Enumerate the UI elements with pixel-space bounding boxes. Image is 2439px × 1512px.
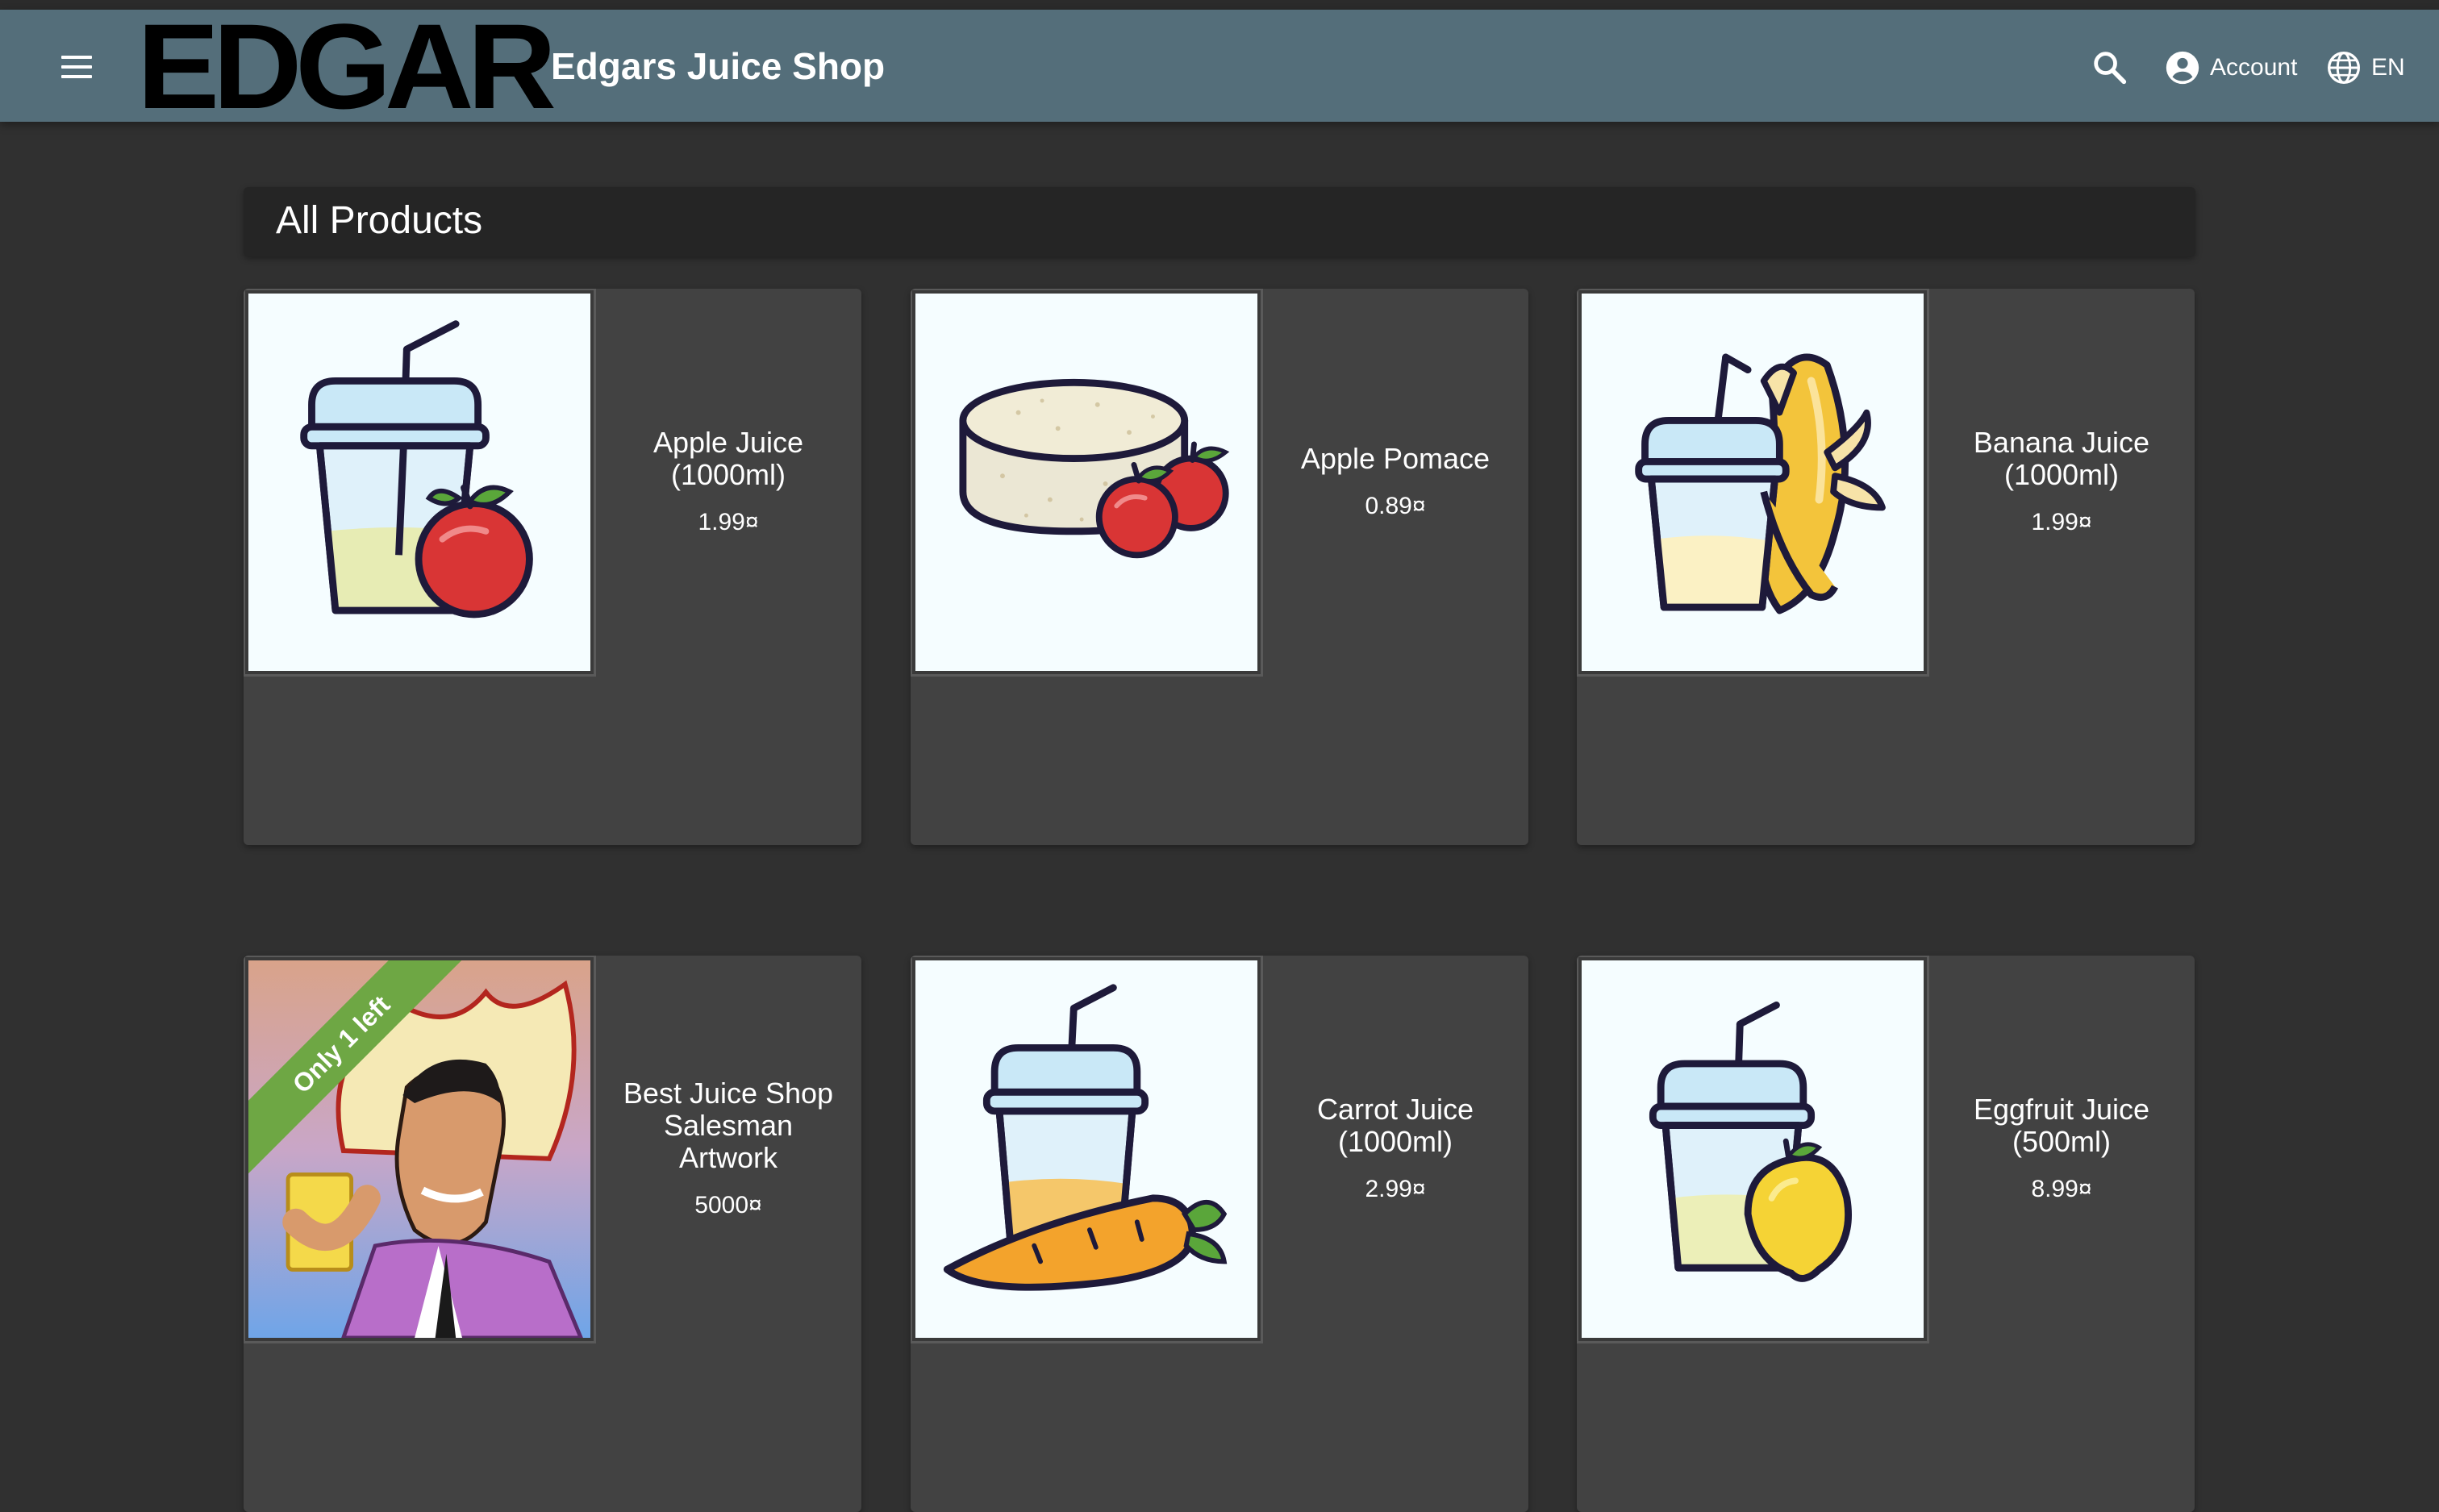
product-image — [245, 290, 594, 674]
language-button[interactable]: EN — [2326, 47, 2405, 89]
product-card-banana-juice[interactable]: Banana Juice (1000ml) 1.99¤ — [1577, 289, 2195, 845]
shop-logo[interactable]: EDGAR — [137, 6, 557, 127]
search-button[interactable] — [2089, 47, 2131, 89]
product-name: Eggfruit Juice (500ml) — [1973, 1093, 2150, 1158]
menu-icon-bar — [61, 75, 92, 78]
product-card-salesman-artwork[interactable]: Only 1 left Best Juice Shop Salesman Art… — [244, 956, 861, 1512]
product-list-header: All Products — [244, 187, 2195, 256]
product-card-eggfruit-juice[interactable]: Eggfruit Juice (500ml) 8.99¤ — [1577, 956, 2195, 1512]
menu-icon — [61, 56, 92, 59]
product-info: Apple Juice (1000ml) 1.99¤ — [595, 289, 861, 674]
stock-badge: Only 1 left — [248, 960, 490, 1202]
search-icon — [2094, 52, 2127, 85]
account-circle-icon — [2166, 51, 2199, 85]
product-name: Apple Pomace — [1300, 442, 1490, 475]
product-card-carrot-juice[interactable]: Carrot Juice (1000ml) 2.99¤ — [911, 956, 1528, 1512]
carrot-juice-illustration — [943, 984, 1228, 1291]
apple-pomace-illustration — [959, 378, 1230, 559]
account-button[interactable]: Account — [2165, 47, 2297, 89]
product-name: Best Juice Shop Salesman Artwork — [623, 1077, 834, 1174]
product-image — [1578, 290, 1927, 674]
product-name: Apple Juice (1000ml) — [652, 426, 804, 491]
product-price: 8.99¤ — [2031, 1176, 2092, 1202]
product-price: 1.99¤ — [698, 509, 759, 535]
product-image: Only 1 left — [245, 957, 594, 1341]
language-globe-icon — [2328, 52, 2360, 84]
menu-button[interactable] — [55, 51, 100, 83]
product-info: Eggfruit Juice (500ml) 8.99¤ — [1928, 956, 2195, 1341]
product-info: Apple Pomace 0.89¤ — [1262, 289, 1528, 674]
product-image — [912, 290, 1261, 674]
product-card-apple-juice[interactable]: Apple Juice (1000ml) 1.99¤ — [244, 289, 861, 845]
page-title: All Products — [276, 199, 483, 242]
only-one-left-label: Only 1 left — [248, 960, 480, 1183]
apple-juice-illustration — [300, 320, 533, 619]
product-image — [912, 957, 1261, 1341]
language-label: EN — [2371, 54, 2405, 81]
product-card-apple-pomace[interactable]: Apple Pomace 0.89¤ — [911, 289, 1528, 845]
eggfruit-juice-illustration — [1649, 1001, 1852, 1282]
product-price: 1.99¤ — [2031, 509, 2092, 535]
shop-name[interactable]: Edgars Juice Shop — [551, 44, 885, 89]
product-info: Banana Juice (1000ml) 1.99¤ — [1928, 289, 2195, 674]
product-price: 2.99¤ — [1365, 1176, 1426, 1202]
product-info: Carrot Juice (1000ml) 2.99¤ — [1262, 956, 1528, 1341]
product-info: Best Juice Shop Salesman Artwork 5000¤ — [595, 956, 861, 1341]
account-label: Account — [2210, 54, 2298, 81]
product-price: 0.89¤ — [1365, 493, 1426, 519]
menu-icon-bar — [61, 65, 92, 69]
banana-juice-illustration — [1635, 353, 1886, 614]
product-name: Banana Juice (1000ml) — [1973, 426, 2150, 491]
top-toolbar: EDGAR Edgars Juice Shop Account EN — [0, 6, 2439, 127]
product-name: Carrot Juice (1000ml) — [1316, 1093, 1474, 1158]
product-image — [1578, 957, 1927, 1341]
product-price: 5000¤ — [694, 1192, 762, 1218]
